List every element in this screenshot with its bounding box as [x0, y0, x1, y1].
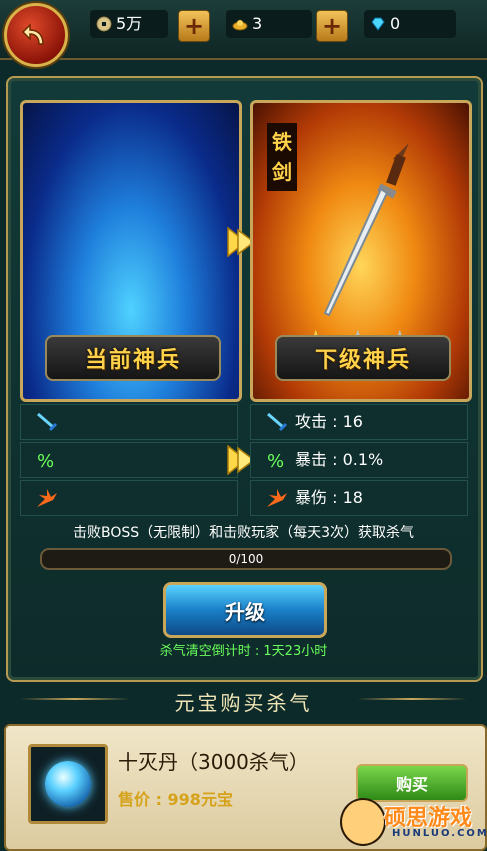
shop-section-title: 元宝购买杀气	[174, 691, 313, 715]
crit-percent-icon: %	[37, 451, 54, 471]
burst-icon	[267, 489, 287, 507]
kill-intent-info: 击败BOSS（无限制）和击败玩家（每天3次）获取杀气	[72, 525, 415, 541]
crit-value: 暴击 : 0.1%	[295, 450, 384, 469]
upgrade-button[interactable]: 升级	[163, 582, 327, 638]
ingot-counter: 3	[226, 10, 312, 38]
item-name: 十灭丹（3000杀气）	[118, 750, 309, 774]
next-crit-damage-row: 暴伤 : 18	[250, 480, 468, 516]
next-attack-row: 攻击 : 16	[250, 404, 468, 440]
add-coin-button[interactable]: +	[178, 10, 210, 42]
add-ingot-button[interactable]: +	[316, 10, 348, 42]
burst-icon	[37, 489, 57, 507]
diamond-value: 0	[390, 14, 401, 33]
coin-value: 5万	[116, 14, 143, 33]
next-weapon-card: 铁剑 ★ ★ ★ 下级神兵	[250, 100, 472, 402]
crit-damage-value: 暴伤 : 18	[295, 488, 363, 507]
attack-value: 攻击 : 16	[295, 412, 363, 431]
item-price: 售价 : 998元宝	[118, 790, 233, 809]
diamond-counter: 0	[364, 10, 456, 38]
sword-stat-icon	[267, 412, 288, 432]
divider	[357, 698, 467, 700]
coin-icon	[96, 16, 112, 32]
current-weapon-label: 当前神兵	[84, 348, 181, 373]
sword-icon	[323, 143, 409, 317]
next-weapon-label: 下级神兵	[314, 348, 411, 373]
sword-stat-icon	[37, 412, 58, 432]
diamond-icon	[371, 17, 385, 31]
current-weapon-card: 当前神兵	[20, 100, 242, 402]
spirit-orb-icon	[45, 761, 91, 807]
next-weapon-name: 铁剑	[267, 123, 297, 191]
plus-icon: +	[183, 12, 205, 40]
back-arrow-icon	[21, 23, 44, 45]
reset-timer: 杀气清空倒计时 : 1天23小时	[159, 644, 328, 659]
progress-text: 0/100	[228, 552, 264, 566]
kill-intent-progress: 0/100	[40, 548, 452, 570]
back-button[interactable]	[4, 3, 68, 67]
item-icon-slot[interactable]	[28, 744, 108, 824]
next-crit-row: % 暴击 : 0.1%	[250, 442, 468, 478]
site-watermark: 硕思游戏 HUNLUO.COM	[336, 796, 487, 846]
plus-icon: +	[321, 12, 343, 40]
current-weapon-plate: 当前神兵	[45, 335, 221, 381]
next-weapon-plate: 下级神兵	[275, 335, 451, 381]
svg-text:%: %	[37, 451, 54, 471]
crit-percent-icon: %	[267, 451, 284, 471]
current-crit-row: %	[20, 442, 238, 478]
mascot-icon	[340, 798, 386, 846]
ingot-value: 3	[252, 14, 263, 33]
svg-text:%: %	[267, 451, 284, 471]
ingot-icon	[232, 20, 248, 31]
coin-counter: 5万	[90, 10, 168, 38]
current-crit-damage-row	[20, 480, 238, 516]
current-attack-row	[20, 404, 238, 440]
watermark-sub: HUNLUO.COM	[392, 828, 487, 839]
